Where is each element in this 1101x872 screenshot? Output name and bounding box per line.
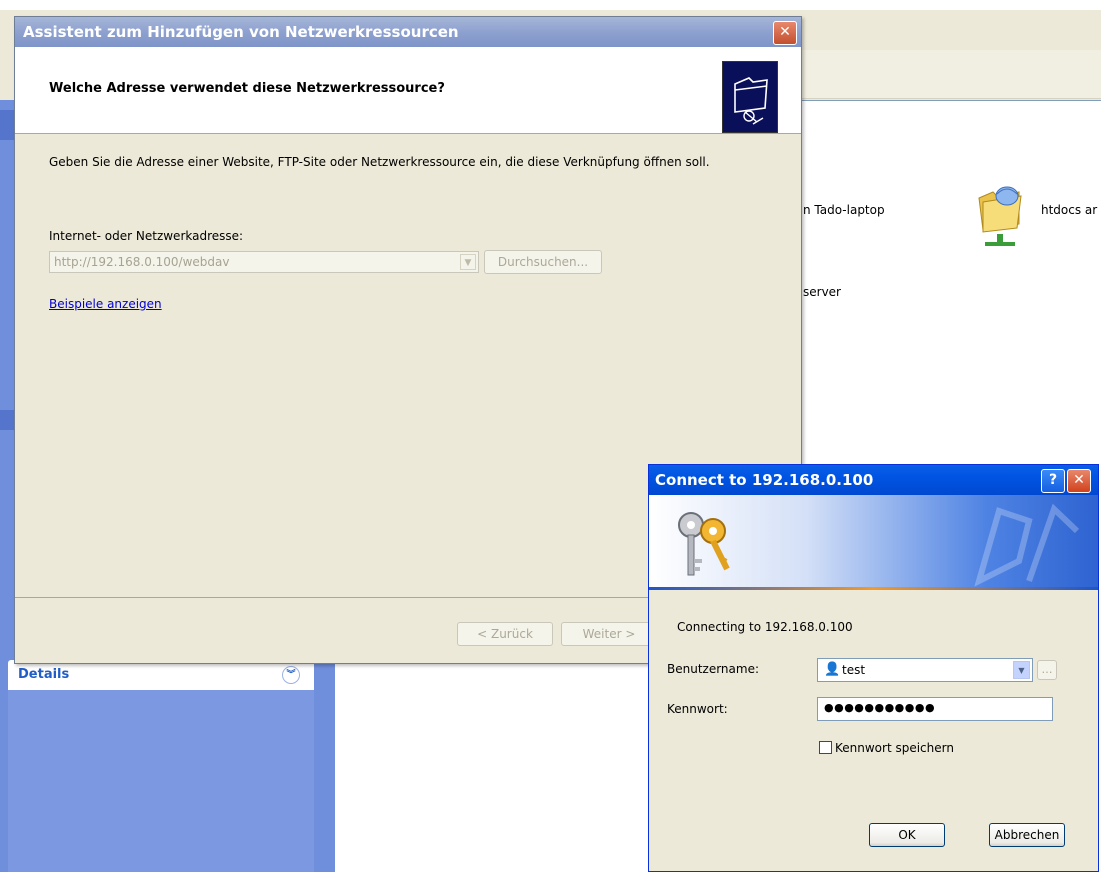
chevron-down-icon[interactable]: ︾ — [282, 666, 300, 684]
network-place-item[interactable]: server — [803, 285, 841, 299]
explorer-address-bar[interactable] — [800, 100, 1101, 124]
explorer-toolbar — [800, 50, 1101, 99]
examples-link[interactable]: Beispiele anzeigen — [49, 297, 162, 311]
address-value: http://192.168.0.100/webdav — [54, 255, 230, 269]
network-place-item[interactable]: htdocs ar — [1041, 203, 1097, 217]
username-value: test — [842, 663, 866, 677]
password-field[interactable]: ●●●●●●●●●●● — [817, 697, 1053, 721]
connect-dialog: Connect to 192.168.0.100 ? ✕ Connecting … — [648, 464, 1099, 872]
username-label: Benutzername: — [667, 662, 760, 676]
wizard-description: Geben Sie die Adresse einer Website, FTP… — [49, 155, 710, 169]
remember-password-label: Kennwort speichern — [835, 741, 954, 755]
details-panel-body — [8, 690, 314, 872]
address-label: Internet- oder Netzwerkadresse: — [49, 229, 244, 243]
user-icon: 👤 — [824, 662, 841, 677]
chevron-down-icon[interactable]: ▼ — [1013, 661, 1030, 679]
network-place-item[interactable]: n Tado-laptop — [803, 203, 885, 217]
wizard-heading: Welche Adresse verwendet diese Netzwerkr… — [49, 81, 445, 96]
network-folder-icon — [722, 61, 778, 133]
password-value: ●●●●●●●●●●● — [824, 701, 936, 714]
details-label: Details — [18, 667, 70, 682]
wizard-title: Assistent zum Hinzufügen von Netzwerkres… — [15, 17, 801, 47]
help-icon[interactable]: ? — [1041, 469, 1065, 493]
banner-divider — [649, 587, 1098, 590]
connecting-message: Connecting to 192.168.0.100 — [677, 620, 853, 634]
explorer-top-strip — [0, 0, 1101, 10]
network-folder-icon[interactable] — [975, 178, 1025, 248]
back-button[interactable]: < Zurück — [457, 622, 553, 646]
browse-button[interactable]: Durchsuchen... — [484, 250, 602, 274]
details-panel-header[interactable]: Details ︾ — [8, 660, 314, 690]
browse-users-button[interactable]: … — [1037, 660, 1057, 680]
remember-password-checkbox[interactable] — [819, 741, 832, 754]
connect-title: Connect to 192.168.0.100 — [649, 465, 1098, 495]
address-combobox[interactable]: http://192.168.0.100/webdav ▼ — [49, 251, 479, 273]
close-icon[interactable]: ✕ — [1067, 469, 1091, 493]
close-icon[interactable]: ✕ — [773, 21, 797, 45]
password-label: Kennwort: — [667, 702, 728, 716]
next-button[interactable]: Weiter > — [561, 622, 657, 646]
username-combobox[interactable]: 👤 test ▼ — [817, 658, 1033, 682]
chevron-down-icon[interactable]: ▼ — [460, 254, 476, 270]
cancel-button[interactable]: Abbrechen — [989, 823, 1065, 847]
ok-button[interactable]: OK — [869, 823, 945, 847]
keys-icon — [678, 512, 730, 576]
keys-watermark-icon — [974, 503, 1079, 587]
